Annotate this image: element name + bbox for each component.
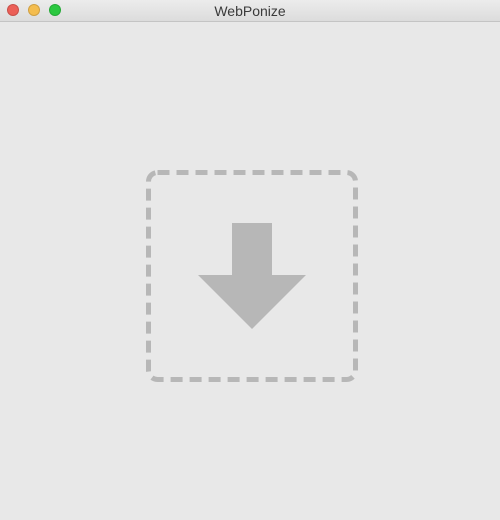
drop-zone-graphic [146, 170, 358, 382]
window-title: WebPonize [214, 3, 286, 19]
download-arrow-icon [198, 223, 306, 329]
file-drop-zone[interactable] [146, 170, 358, 382]
title-bar[interactable]: WebPonize [0, 0, 500, 22]
app-window: WebPonize [0, 0, 500, 520]
